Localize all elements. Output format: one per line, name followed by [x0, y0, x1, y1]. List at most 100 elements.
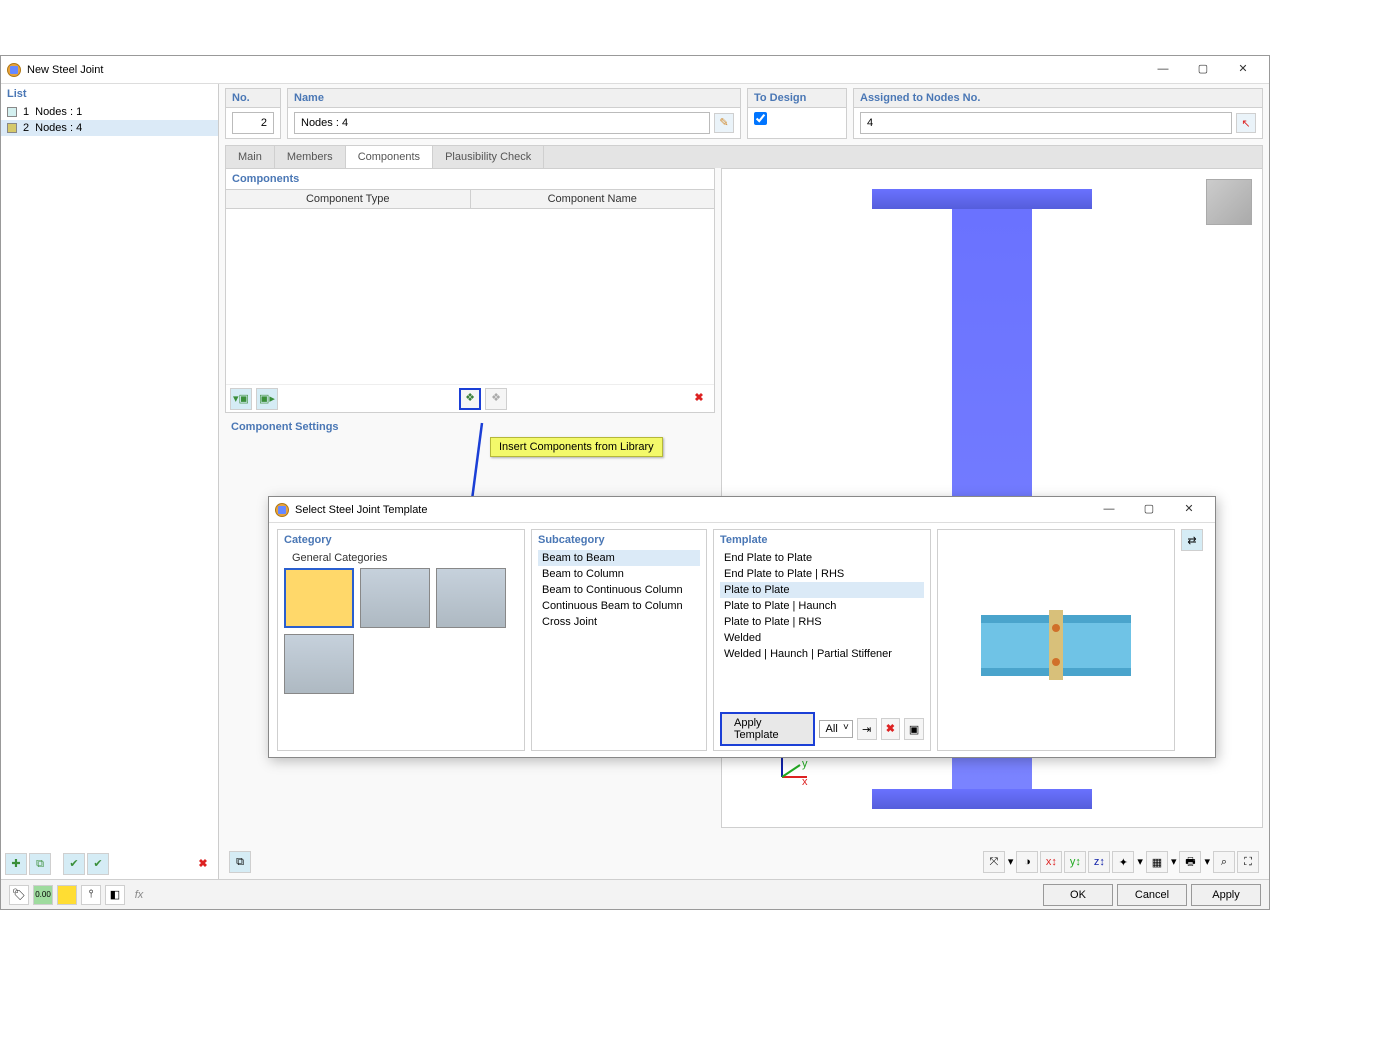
- import-button[interactable]: ⇥: [857, 718, 877, 740]
- view-tool-z[interactable]: z↕: [1088, 851, 1110, 873]
- display-tool[interactable]: ▦: [1146, 851, 1168, 873]
- subcategory-item[interactable]: Beam to Beam: [538, 550, 700, 566]
- template-item[interactable]: Plate to Plate | RHS: [720, 614, 924, 630]
- list-item-label: Nodes : 1: [35, 106, 82, 118]
- list-item-1[interactable]: 1 Nodes : 1: [1, 104, 218, 120]
- minimize-icon: [1104, 504, 1115, 515]
- sidebar-toolbar: [5, 853, 214, 875]
- check-icon: [93, 859, 102, 870]
- new-icon: ▣: [909, 723, 919, 736]
- template-item[interactable]: Plate to Plate: [720, 582, 924, 598]
- category-thumb-3[interactable]: [436, 568, 506, 628]
- tab-bar: Main Members Components Plausibility Che…: [225, 145, 1263, 168]
- dlg-minimize-button[interactable]: [1089, 498, 1129, 522]
- category-thumb-2[interactable]: [360, 568, 430, 628]
- library-disabled-button: [485, 388, 507, 410]
- apply-template-button[interactable]: Apply Template: [720, 712, 815, 746]
- maximize-vp-button[interactable]: ⛶: [1237, 851, 1259, 873]
- close-button[interactable]: [1223, 58, 1263, 82]
- name-input[interactable]: Nodes : 4: [294, 112, 710, 134]
- tab-plausibility[interactable]: Plausibility Check: [433, 146, 544, 168]
- pick-nodes-button[interactable]: ↖: [1236, 113, 1256, 133]
- components-grid[interactable]: [226, 209, 714, 384]
- insert-row-button[interactable]: ▾▣: [230, 388, 252, 410]
- view-tool-iso[interactable]: ✦: [1112, 851, 1134, 873]
- preview-tool[interactable]: ⇄: [1181, 529, 1203, 551]
- tab-main[interactable]: Main: [226, 146, 275, 168]
- main-window: New Steel Joint List 1 Nodes : 1 2 Nodes…: [0, 55, 1270, 910]
- subcategory-item[interactable]: Continuous Beam to Column: [538, 598, 700, 614]
- axis-tool[interactable]: ⤧: [983, 851, 1005, 873]
- help-button[interactable]: 🏷: [9, 885, 29, 905]
- check-all-button[interactable]: [87, 853, 109, 875]
- apply-button[interactable]: Apply: [1191, 884, 1261, 906]
- delete-item-button[interactable]: [192, 853, 214, 875]
- col-type-header: Component Type: [226, 190, 471, 208]
- new-tpl-button[interactable]: ▣: [904, 718, 924, 740]
- subcategory-item[interactable]: Beam to Continuous Column: [538, 582, 700, 598]
- no-input[interactable]: 2: [232, 112, 274, 134]
- dialog-title: Select Steel Joint Template: [295, 504, 427, 516]
- components-panel: Components Component Type Component Name…: [225, 168, 715, 413]
- dlg-close-button[interactable]: [1169, 498, 1209, 522]
- edit-name-button[interactable]: [714, 113, 734, 133]
- zoom-tool[interactable]: ⌕: [1213, 851, 1235, 873]
- subcategory-item[interactable]: Cross Joint: [538, 614, 700, 630]
- render-button[interactable]: ◧: [105, 885, 125, 905]
- member-button[interactable]: ⫯: [81, 885, 101, 905]
- units-button[interactable]: 0.00: [33, 885, 53, 905]
- view-icon: y↕: [1070, 856, 1081, 868]
- ok-button[interactable]: OK: [1043, 884, 1113, 906]
- main-area: No. 2 Name Nodes : 4 To Design Assigned …: [219, 84, 1269, 879]
- view-tool-y[interactable]: y↕: [1064, 851, 1086, 873]
- axis-icon: ⤧: [989, 856, 998, 869]
- copy-item-button[interactable]: [29, 853, 51, 875]
- cancel-button[interactable]: Cancel: [1117, 884, 1187, 906]
- category-panel: Category General Categories: [277, 529, 525, 751]
- category-thumb-1[interactable]: [284, 568, 354, 628]
- print-tool[interactable]: 🖶: [1179, 851, 1201, 873]
- template-item[interactable]: End Plate to Plate | RHS: [720, 566, 924, 582]
- template-dialog: Select Steel Joint Template Category Gen…: [268, 496, 1216, 758]
- units-icon: 0.00: [35, 890, 51, 899]
- color-swatch-icon: [7, 107, 17, 117]
- minimize-icon: [1158, 64, 1169, 75]
- view-tool-1[interactable]: ◑: [1016, 851, 1038, 873]
- to-design-checkbox[interactable]: [754, 112, 767, 125]
- color-button[interactable]: [57, 885, 77, 905]
- tab-members[interactable]: Members: [275, 146, 346, 168]
- window-title: New Steel Joint: [27, 64, 103, 76]
- app-icon: [7, 63, 21, 77]
- new-item-button[interactable]: [5, 853, 27, 875]
- name-panel: Name Nodes : 4: [287, 88, 741, 139]
- template-item[interactable]: Plate to Plate | Haunch: [720, 598, 924, 614]
- list-item-2[interactable]: 2 Nodes : 4: [1, 120, 218, 136]
- category-thumb-4[interactable]: [284, 634, 354, 694]
- assigned-input[interactable]: 4: [860, 112, 1232, 134]
- delete-tpl-button[interactable]: [881, 718, 901, 740]
- dlg-maximize-button[interactable]: [1129, 498, 1169, 522]
- view-cube[interactable]: [1206, 179, 1252, 225]
- template-item[interactable]: End Plate to Plate: [720, 550, 924, 566]
- pencil-icon: [719, 118, 728, 129]
- tab-components[interactable]: Components: [346, 146, 433, 168]
- close-icon: [1238, 64, 1247, 75]
- bottom-left-tools: ⧉: [229, 851, 251, 873]
- template-header: Template: [720, 534, 924, 550]
- fx-button[interactable]: fx: [129, 885, 149, 905]
- template-item[interactable]: Welded: [720, 630, 924, 646]
- template-item[interactable]: Welded | Haunch | Partial Stiffener: [720, 646, 924, 662]
- filter-select[interactable]: All: [819, 720, 853, 738]
- viewport-tool-1[interactable]: ⧉: [229, 851, 251, 873]
- insert-from-library-button[interactable]: [459, 388, 481, 410]
- delete-component-button[interactable]: [688, 388, 710, 410]
- move-row-button[interactable]: ▣▸: [256, 388, 278, 410]
- maximize-button[interactable]: [1183, 58, 1223, 82]
- view-icon: ✦: [1119, 856, 1128, 869]
- minimize-button[interactable]: [1143, 58, 1183, 82]
- view-tool-x[interactable]: x↕: [1040, 851, 1062, 873]
- list-item-label: Nodes : 4: [35, 122, 82, 134]
- cube-icon: ▦: [1152, 856, 1162, 869]
- subcategory-item[interactable]: Beam to Column: [538, 566, 700, 582]
- check-button[interactable]: [63, 853, 85, 875]
